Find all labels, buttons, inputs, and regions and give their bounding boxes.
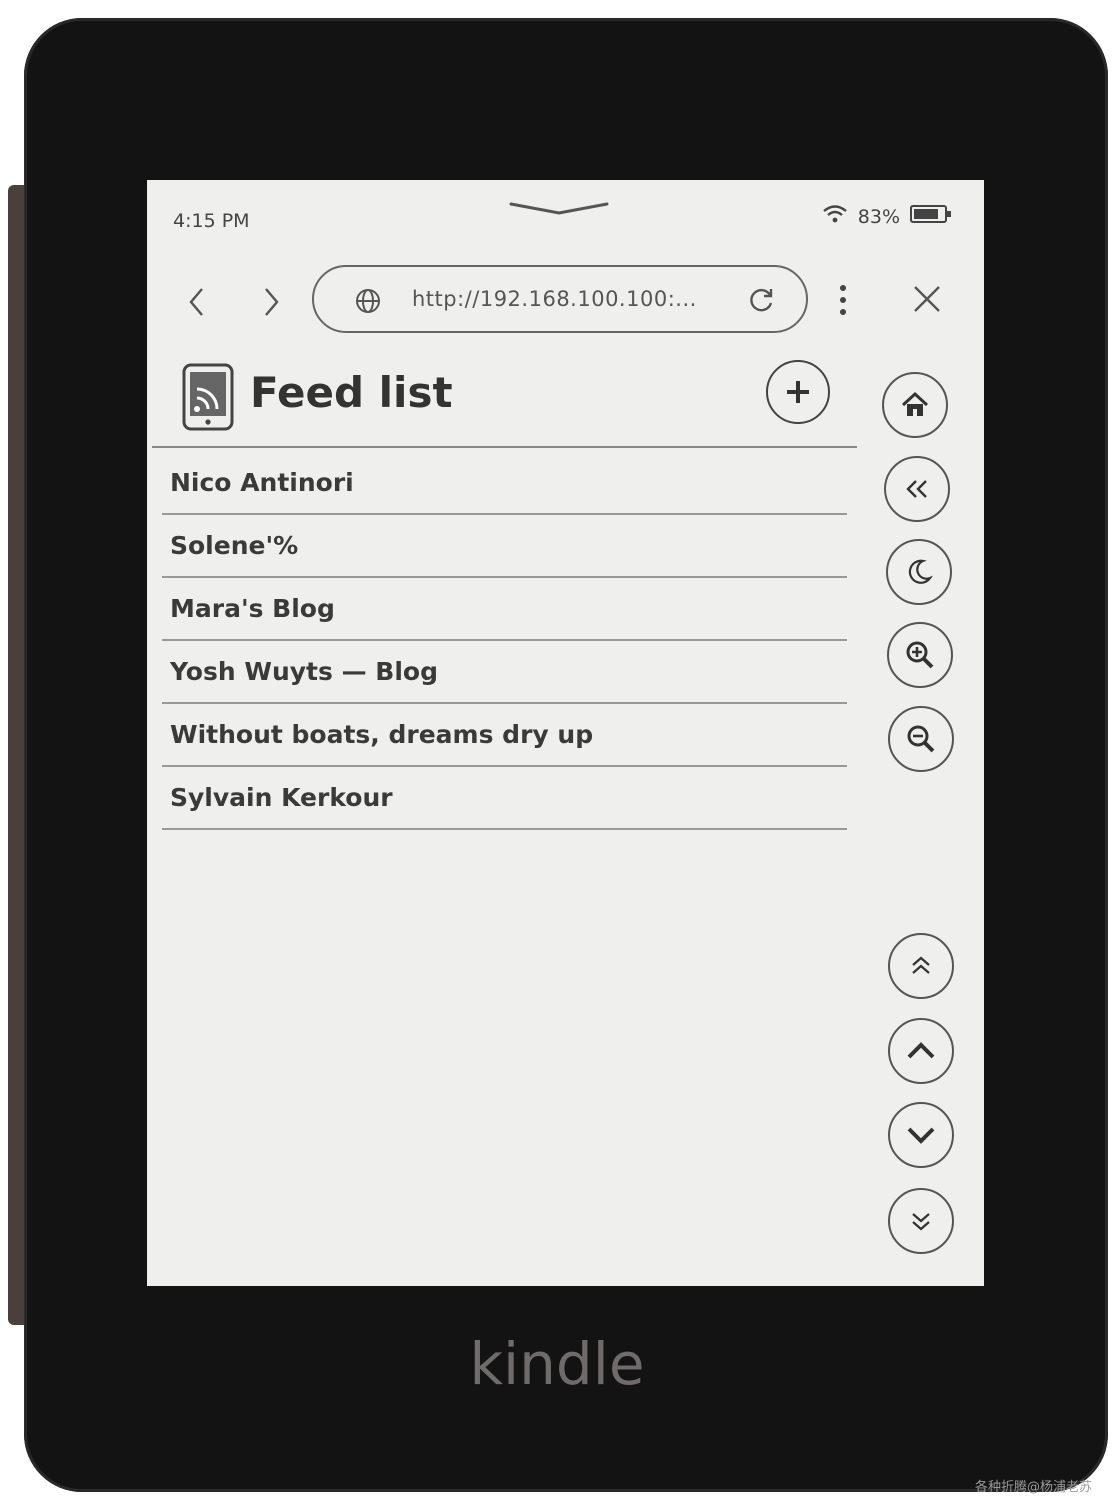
scroll-down-button[interactable] bbox=[888, 1102, 954, 1168]
chevron-up-icon bbox=[907, 1042, 935, 1059]
scroll-top-button[interactable] bbox=[888, 933, 954, 999]
feed-item[interactable]: Sylvain Kerkour bbox=[162, 767, 847, 830]
dark-mode-button[interactable] bbox=[886, 539, 952, 605]
moon-icon bbox=[908, 559, 933, 584]
forward-button[interactable] bbox=[251, 282, 291, 322]
zoom-out-icon bbox=[907, 725, 935, 753]
scroll-bottom-button[interactable] bbox=[888, 1188, 954, 1254]
chevron-down-icon bbox=[907, 1127, 935, 1144]
header-divider bbox=[152, 446, 857, 448]
url-text[interactable]: http://192.168.100.100:... bbox=[412, 287, 697, 311]
home-icon bbox=[901, 391, 929, 416]
feed-item[interactable]: Without boats, dreams dry up bbox=[162, 704, 847, 767]
home-button[interactable] bbox=[882, 372, 948, 438]
device-brand-logo: kindle bbox=[469, 1330, 645, 1398]
zoom-in-icon bbox=[906, 641, 934, 669]
feed-list: Nico Antinori Solene'% Mara's Blog Yosh … bbox=[162, 452, 847, 830]
back-button[interactable] bbox=[177, 282, 217, 322]
plus-icon bbox=[787, 381, 809, 403]
double-chevron-up-icon bbox=[912, 956, 930, 974]
zoom-in-button[interactable] bbox=[887, 622, 953, 688]
wifi-icon bbox=[822, 204, 848, 229]
status-indicators: 83% bbox=[822, 204, 952, 229]
page-title: Feed list bbox=[250, 368, 453, 417]
pull-down-handle-icon[interactable] bbox=[509, 200, 609, 220]
double-chevron-down-icon bbox=[912, 1213, 930, 1231]
watermark: 各种折腾@杨浦老苏 bbox=[974, 1480, 1092, 1495]
rss-device-icon bbox=[182, 363, 234, 435]
scroll-up-button[interactable] bbox=[888, 1018, 954, 1084]
screen: 4:15 PM 83% http://192.168.100.100:... F… bbox=[147, 180, 984, 1286]
battery-percent: 83% bbox=[857, 205, 900, 228]
reload-icon[interactable] bbox=[746, 285, 776, 319]
address-bar[interactable]: http://192.168.100.100:... bbox=[312, 265, 808, 333]
feed-item[interactable]: Mara's Blog bbox=[162, 578, 847, 641]
battery-icon bbox=[910, 204, 952, 229]
close-icon[interactable] bbox=[911, 283, 943, 319]
feed-item[interactable]: Nico Antinori bbox=[162, 452, 847, 515]
add-feed-button[interactable] bbox=[766, 360, 830, 424]
zoom-out-button[interactable] bbox=[888, 706, 954, 772]
double-chevron-left-icon bbox=[906, 480, 927, 498]
back-to-list-button[interactable] bbox=[884, 456, 950, 522]
feed-item[interactable]: Yosh Wuyts — Blog bbox=[162, 641, 847, 704]
status-time: 4:15 PM bbox=[173, 210, 250, 232]
globe-icon bbox=[354, 287, 382, 319]
feed-item[interactable]: Solene'% bbox=[162, 515, 847, 578]
more-vertical-icon[interactable] bbox=[837, 283, 849, 321]
